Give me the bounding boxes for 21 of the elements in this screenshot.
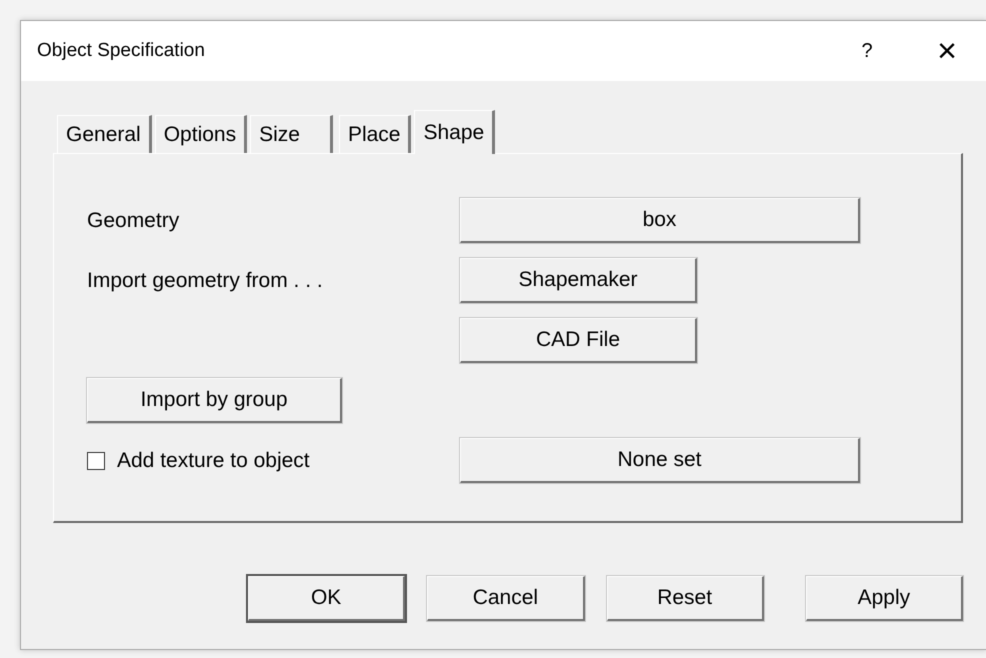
tab[interactable]: Shape bbox=[414, 110, 496, 154]
dialog-button[interactable]: Apply bbox=[806, 576, 963, 621]
dialog-button[interactable]: OK bbox=[248, 576, 406, 621]
tab[interactable]: Place bbox=[338, 115, 412, 153]
help-button[interactable]: ? bbox=[837, 29, 897, 73]
texture-checkbox[interactable] bbox=[87, 452, 105, 470]
shapemaker-button[interactable]: Shapemaker bbox=[460, 258, 697, 303]
tab[interactable]: Size bbox=[250, 115, 333, 153]
geometry-button[interactable]: box bbox=[460, 198, 860, 243]
tab[interactable]: General bbox=[57, 115, 152, 153]
texture-button[interactable]: None set bbox=[460, 438, 860, 483]
dialog-button[interactable]: Reset bbox=[606, 576, 764, 621]
import-label: Import geometry from . . . bbox=[87, 268, 324, 292]
tab[interactable]: Options bbox=[154, 115, 248, 153]
texture-label: Add texture to object bbox=[117, 448, 310, 472]
dialog-button[interactable]: Cancel bbox=[427, 576, 584, 621]
cad-file-button[interactable]: CAD File bbox=[460, 318, 697, 363]
import-by-group-button[interactable]: Import by group bbox=[87, 378, 342, 423]
geometry-label: Geometry bbox=[87, 208, 180, 232]
window-title: Object Specification bbox=[37, 40, 206, 62]
close-button[interactable]: × bbox=[917, 29, 977, 73]
